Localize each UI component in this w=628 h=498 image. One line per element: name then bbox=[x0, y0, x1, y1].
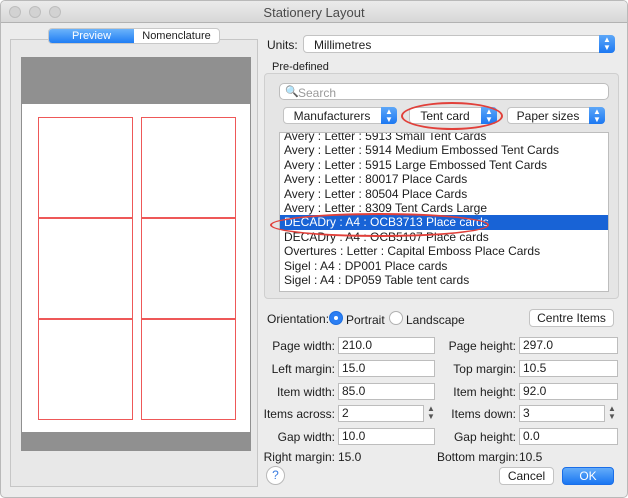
right-margin-value: 15.0 bbox=[338, 450, 362, 464]
list-item[interactable]: Avery : Letter : 5913 Small Tent Cards bbox=[280, 133, 608, 143]
page-width-field[interactable]: 210.0 bbox=[338, 337, 435, 354]
paper-sizes-select[interactable]: Paper sizes ▲ ▼ bbox=[507, 107, 605, 124]
left-margin-label: Left margin: bbox=[271, 362, 335, 376]
updown-chevron-icon: ▲ ▼ bbox=[589, 107, 605, 124]
item-width-field[interactable]: 85.0 bbox=[338, 383, 435, 400]
updown-chevron-icon: ▲ ▼ bbox=[381, 107, 397, 124]
gap-height-label: Gap height: bbox=[453, 430, 516, 444]
updown-chevron-icon: ▲ ▼ bbox=[599, 35, 615, 53]
preview-tab-control: Preview Nomenclature bbox=[48, 28, 220, 44]
items-down-field[interactable]: 3 bbox=[519, 405, 605, 422]
predefined-label: Pre-defined bbox=[272, 61, 329, 73]
items-down-stepper[interactable]: ▲ ▼ bbox=[607, 405, 617, 422]
items-across-label: Items across: bbox=[263, 407, 335, 421]
list-item[interactable]: Sigel : A4 : DP001 Place cards bbox=[280, 259, 608, 273]
bottom-margin-band bbox=[22, 432, 250, 450]
paper-sizes-value: Paper sizes bbox=[516, 109, 580, 123]
search-icon: 🔍 bbox=[285, 86, 299, 98]
tab-preview[interactable]: Preview bbox=[49, 29, 134, 43]
page-height-field[interactable]: 297.0 bbox=[519, 337, 618, 354]
layout-item bbox=[141, 218, 236, 319]
top-margin-band bbox=[22, 58, 250, 104]
items-across-stepper[interactable]: ▲ ▼ bbox=[426, 405, 436, 422]
top-margin-label: Top margin: bbox=[453, 362, 516, 376]
gap-height-field[interactable]: 0.0 bbox=[519, 428, 618, 445]
gap-width-label: Gap width: bbox=[277, 430, 335, 444]
item-height-field[interactable]: 92.0 bbox=[519, 383, 618, 400]
question-icon[interactable]: ? bbox=[266, 466, 285, 485]
list-item[interactable]: Avery : Letter : 5914 Medium Embossed Te… bbox=[280, 143, 608, 157]
list-item[interactable]: Avery : Letter : 80017 Place Cards bbox=[280, 172, 608, 186]
list-item[interactable]: Avery : Letter : 80504 Place Cards bbox=[280, 187, 608, 201]
page-preview bbox=[21, 57, 251, 451]
search-placeholder: Search bbox=[298, 86, 337, 100]
layout-item bbox=[141, 117, 236, 218]
items-down-label: Items down: bbox=[451, 407, 516, 421]
units-select[interactable]: Millimetres ▲ ▼ bbox=[303, 35, 615, 53]
predefined-list[interactable]: Avery : Letter : 5913 Small Tent Cards A… bbox=[279, 132, 609, 292]
layout-item bbox=[38, 218, 133, 319]
landscape-radio[interactable] bbox=[389, 311, 403, 325]
item-height-label: Item height: bbox=[453, 385, 516, 399]
manufacturers-select[interactable]: Manufacturers ▲ ▼ bbox=[283, 107, 397, 124]
tab-nomenclature[interactable]: Nomenclature bbox=[134, 29, 219, 43]
portrait-label[interactable]: Portrait bbox=[346, 313, 385, 327]
category-select[interactable]: Tent card ▲ ▼ bbox=[409, 107, 497, 124]
layout-item bbox=[38, 319, 133, 420]
portrait-radio[interactable] bbox=[329, 311, 343, 325]
list-item[interactable]: Avery : Letter : 8309 Tent Cards Large bbox=[280, 201, 608, 215]
category-value: Tent card bbox=[420, 109, 470, 123]
page-width-label: Page width: bbox=[272, 339, 335, 353]
list-item[interactable]: DECADry : A4 : OCB5107 Place cards bbox=[280, 230, 608, 244]
ok-button[interactable]: OK bbox=[562, 467, 614, 485]
manufacturers-value: Manufacturers bbox=[293, 109, 371, 123]
item-width-label: Item width: bbox=[276, 385, 335, 399]
orientation-label: Orientation: bbox=[267, 312, 330, 326]
window-title: Stationery Layout bbox=[263, 5, 365, 20]
page-height-label: Page height: bbox=[448, 339, 516, 353]
layout-item bbox=[141, 319, 236, 420]
units-label: Units: bbox=[267, 38, 298, 52]
bottom-margin-label: Bottom margin: bbox=[437, 450, 519, 464]
cancel-button[interactable]: Cancel bbox=[499, 467, 554, 485]
units-value: Millimetres bbox=[314, 38, 372, 52]
updown-chevron-icon: ▲ ▼ bbox=[481, 107, 497, 124]
centre-items-button[interactable]: Centre Items bbox=[529, 309, 614, 327]
items-across-field[interactable]: 2 bbox=[338, 405, 424, 422]
list-item[interactable]: Overtures : Letter : Capital Emboss Plac… bbox=[280, 244, 608, 258]
layout-item bbox=[38, 117, 133, 218]
titlebar: Stationery Layout bbox=[1, 1, 627, 23]
landscape-label[interactable]: Landscape bbox=[406, 313, 465, 327]
gap-width-field[interactable]: 10.0 bbox=[338, 428, 435, 445]
search-input[interactable]: 🔍 Search bbox=[279, 83, 609, 100]
top-margin-field[interactable]: 10.5 bbox=[519, 360, 618, 377]
bottom-margin-value: 10.5 bbox=[519, 450, 543, 464]
left-margin-field[interactable]: 15.0 bbox=[338, 360, 435, 377]
list-item[interactable]: Sigel : A4 : DP059 Table tent cards bbox=[280, 273, 608, 287]
right-margin-label: Right margin: bbox=[263, 450, 335, 464]
list-item[interactable]: Avery : Letter : 5915 Large Embossed Ten… bbox=[280, 158, 608, 172]
stationery-layout-window: Stationery Layout Preview Nomenclature U… bbox=[0, 0, 628, 498]
list-item-selected[interactable]: DECADry : A4 : OCB3713 Place cards bbox=[280, 215, 608, 230]
